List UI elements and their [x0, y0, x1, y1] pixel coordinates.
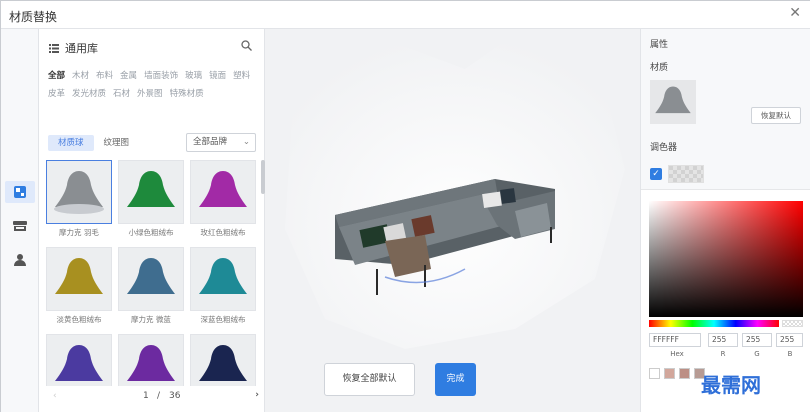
- material-tile[interactable]: 深蓝色粗绒布: [190, 247, 256, 325]
- window-title: 材质替换: [9, 10, 58, 24]
- material-thumbnail: [190, 160, 256, 224]
- blue-input[interactable]: 255: [776, 333, 803, 347]
- red-input[interactable]: 255: [708, 333, 738, 347]
- material-thumbnail: [190, 334, 256, 386]
- viewport-scene: [265, 29, 640, 412]
- library-subtabs: 材质球 纹理图: [48, 135, 139, 151]
- material-name: 淡黄色粗绒布: [56, 315, 102, 324]
- alpha-slider[interactable]: [782, 320, 803, 327]
- material-tile[interactable]: [118, 334, 184, 386]
- pagination: ‹ 1 / 36 ›: [49, 390, 259, 405]
- title-bar: 材质替换 ✕: [1, 1, 810, 29]
- preset-swatch[interactable]: [679, 368, 690, 379]
- prev-page-button[interactable]: ‹: [53, 391, 57, 401]
- hex-input[interactable]: FFFFFF: [649, 333, 701, 347]
- material-grid: 摩力克 羽毛 小绿色粗绒布 玫红色粗绒布 淡黄色粗绒布 摩力克 微蓝 深蓝色粗绒…: [46, 160, 256, 386]
- material-name: 深蓝色粗绒布: [200, 315, 246, 324]
- brand-select-value: 全部品牌: [193, 137, 228, 147]
- green-input[interactable]: 255: [742, 333, 772, 347]
- category-leather[interactable]: 皮革: [48, 87, 65, 101]
- category-emissive[interactable]: 发光材质: [72, 87, 106, 101]
- library-name: 通用库: [65, 42, 98, 55]
- material-thumbnail: [46, 247, 112, 311]
- category-wall-decor[interactable]: 墙面装饰: [144, 69, 178, 83]
- brand-select[interactable]: 全部品牌 ⌄: [186, 133, 256, 152]
- material-thumbnail: [118, 160, 184, 224]
- done-button[interactable]: 完成: [435, 363, 476, 396]
- hex-label: Hex: [670, 350, 684, 358]
- tab-material-ball[interactable]: 材质球: [48, 135, 94, 151]
- reset-all-button[interactable]: 恢复全部默认: [324, 363, 415, 396]
- material-tile[interactable]: 小绿色粗绒布: [118, 160, 184, 238]
- 3d-viewport[interactable]: 恢复全部默认 完成: [265, 29, 640, 412]
- material-thumbnail: [46, 334, 112, 386]
- material-label: 材质: [650, 63, 669, 73]
- material-thumbnail: [190, 247, 256, 311]
- material-icon[interactable]: [5, 181, 35, 203]
- category-stone[interactable]: 石材: [113, 87, 130, 101]
- furniture-icon[interactable]: [5, 215, 35, 237]
- category-special[interactable]: 特殊材质: [170, 87, 204, 101]
- material-thumbnail: [46, 160, 112, 224]
- category-metal[interactable]: 金属: [120, 69, 137, 83]
- material-name: 玫红色粗绒布: [200, 228, 246, 237]
- library-header: 通用库: [49, 40, 98, 56]
- properties-heading: 属性: [650, 40, 669, 50]
- category-glass[interactable]: 玻璃: [185, 69, 202, 83]
- material-name: 小绿色粗绒布: [128, 228, 174, 237]
- material-tile[interactable]: 淡黄色粗绒布: [46, 247, 112, 325]
- chevron-down-icon: ⌄: [242, 137, 250, 147]
- color-override-checkbox[interactable]: ✓: [650, 168, 662, 180]
- list-icon[interactable]: [49, 43, 59, 53]
- category-wood[interactable]: 木材: [72, 69, 89, 83]
- left-rail: [1, 29, 39, 412]
- next-page-button[interactable]: ›: [255, 390, 259, 400]
- material-tile[interactable]: 玫红色粗绒布: [190, 160, 256, 238]
- category-fabric[interactable]: 布料: [96, 69, 113, 83]
- tab-texture[interactable]: 纹理图: [94, 135, 140, 151]
- category-plastic[interactable]: 塑料: [233, 69, 250, 83]
- preset-swatch[interactable]: [664, 368, 675, 379]
- category-exterior[interactable]: 外景图: [137, 87, 163, 101]
- search-icon[interactable]: [241, 40, 252, 54]
- material-tile[interactable]: 摩力克 微蓝: [118, 247, 184, 325]
- material-replace-window: 材质替换 ✕ 通用库 全部 木材 布料 金属 墙面装饰 玻璃 镜面 塑料 皮革 …: [0, 0, 810, 412]
- saturation-value-area[interactable]: [649, 201, 803, 317]
- color-swatch[interactable]: [668, 165, 704, 183]
- current-material-preview: [650, 80, 696, 124]
- material-tile[interactable]: [46, 334, 112, 386]
- material-library-panel: 通用库 全部 木材 布料 金属 墙面装饰 玻璃 镜面 塑料 皮革 发光材质 石材…: [39, 29, 265, 412]
- palette-label: 调色器: [650, 143, 678, 153]
- material-tile[interactable]: [190, 334, 256, 386]
- material-name: 摩力克 微蓝: [131, 315, 171, 324]
- properties-panel: 属性 材质 恢复默认 调色器 ✓ FFFFFF 255 255 255 Hex …: [640, 29, 810, 412]
- total-pages: 36: [169, 391, 181, 401]
- red-label: R: [720, 350, 726, 358]
- watermark-logo: 最需网: [701, 373, 761, 397]
- hue-slider[interactable]: [649, 320, 779, 327]
- material-thumbnail: [118, 334, 184, 386]
- restore-default-button[interactable]: 恢复默认: [751, 107, 801, 124]
- green-label: G: [754, 350, 760, 358]
- material-thumbnail: [118, 247, 184, 311]
- preset-swatch[interactable]: [649, 368, 660, 379]
- close-icon[interactable]: ✕: [789, 5, 801, 21]
- category-all[interactable]: 全部: [48, 69, 65, 83]
- category-filter: 全部 木材 布料 金属 墙面装饰 玻璃 镜面 塑料 皮革 发光材质 石材 外景图…: [48, 69, 256, 101]
- current-page[interactable]: 1: [143, 391, 149, 401]
- color-presets: [649, 368, 705, 379]
- user-icon[interactable]: [5, 249, 35, 271]
- category-mirror[interactable]: 镜面: [209, 69, 226, 83]
- material-tile[interactable]: 摩力克 羽毛: [46, 160, 112, 238]
- material-name: 摩力克 羽毛: [59, 228, 99, 237]
- page-separator: /: [157, 391, 161, 401]
- blue-label: B: [787, 350, 793, 358]
